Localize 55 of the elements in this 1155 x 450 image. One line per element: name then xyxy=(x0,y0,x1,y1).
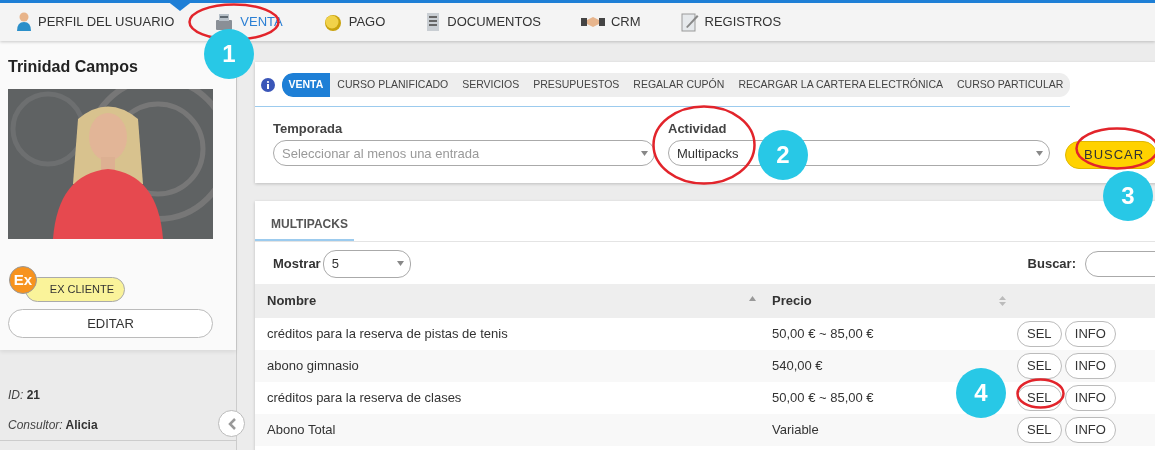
document-icon xyxy=(425,12,442,32)
dropdown-caret-icon xyxy=(396,261,404,267)
profile-name: Trinidad Campos xyxy=(8,57,139,77)
notepad-icon xyxy=(680,12,699,32)
row-button[interactable]: INFO xyxy=(1064,416,1116,443)
info-icon[interactable] xyxy=(261,77,275,92)
field-label: Actividad xyxy=(668,119,728,138)
search-label: Buscar: xyxy=(1027,255,1076,273)
row-button[interactable]: SEL xyxy=(1017,416,1062,443)
handshake-icon xyxy=(580,14,605,30)
field-label: Temporada xyxy=(273,119,344,138)
nav-tab[interactable]: CRM xyxy=(580,12,641,32)
nav-tab[interactable]: PAGO xyxy=(322,12,386,32)
row-button[interactable]: INFO xyxy=(1064,384,1116,411)
search-field[interactable] xyxy=(1085,250,1155,277)
column-header[interactable]: Nombre xyxy=(255,291,764,311)
sales-tab[interactable]: RECARGAR LA CARTERA ELECTRÓNICA xyxy=(731,73,950,97)
column-header[interactable]: Precio xyxy=(764,291,1014,311)
table-cell-text: Abono Total xyxy=(267,421,336,439)
row-button[interactable]: SEL xyxy=(1017,320,1062,347)
table-cell-text: créditos para la reserva de pistas de tenis xyxy=(267,325,508,343)
table-cell-text: 50,00 € ~ 85,00 € xyxy=(772,325,874,343)
highlight-ellipse xyxy=(1016,378,1065,409)
sales-tab[interactable]: REGALAR CUPÓN xyxy=(626,73,732,97)
sales-tab[interactable]: PRESUPUESTOS xyxy=(526,73,627,97)
coin-icon xyxy=(322,12,343,32)
row-button[interactable]: INFO xyxy=(1064,320,1116,347)
dropdown-caret-icon xyxy=(1036,150,1043,156)
row-button[interactable]: SEL xyxy=(1017,352,1062,379)
panel-tab[interactable]: MULTIPACKS xyxy=(255,200,354,241)
chevron-left-icon xyxy=(227,417,236,430)
sales-tab[interactable]: CURSO PARTICULAR xyxy=(950,73,1071,97)
table-cell-text: Variable xyxy=(772,421,819,439)
dropdown-caret-icon xyxy=(641,150,648,156)
table-cell-text: créditos para la reserva de clases xyxy=(267,389,462,407)
sales-tab[interactable]: VENTA xyxy=(281,73,331,97)
search-button[interactable]: BUSCAR xyxy=(1065,140,1155,169)
profile-detail: Consultor: Alicia xyxy=(8,417,99,434)
edit-button[interactable]: EDITAR xyxy=(8,309,213,338)
table-cell-text: abono gimnasio xyxy=(267,357,359,375)
cash-register-icon xyxy=(214,12,235,32)
table-cell-text: 50,00 € ~ 85,00 € xyxy=(772,389,874,407)
collapse-button[interactable] xyxy=(218,410,245,437)
row-button[interactable]: INFO xyxy=(1064,352,1116,379)
sales-tab[interactable]: CURSO PLANIFICADO xyxy=(330,73,456,97)
table-cell-text: 540,00 € xyxy=(772,357,823,375)
sales-tab[interactable]: SERVICIOS xyxy=(455,73,527,97)
page-size-select[interactable]: 5 xyxy=(322,249,411,278)
show-label: Mostrar xyxy=(273,255,321,273)
nav-tab[interactable]: PERFIL DEL USUARIO xyxy=(16,12,175,32)
user-icon xyxy=(16,12,32,32)
nav-tab[interactable]: REGISTROS xyxy=(680,12,782,32)
status-code-badge: Ex xyxy=(9,266,37,294)
profile-detail: ID: 21 xyxy=(8,387,42,404)
nav-tab[interactable]: DOCUMENTOS xyxy=(425,12,541,32)
